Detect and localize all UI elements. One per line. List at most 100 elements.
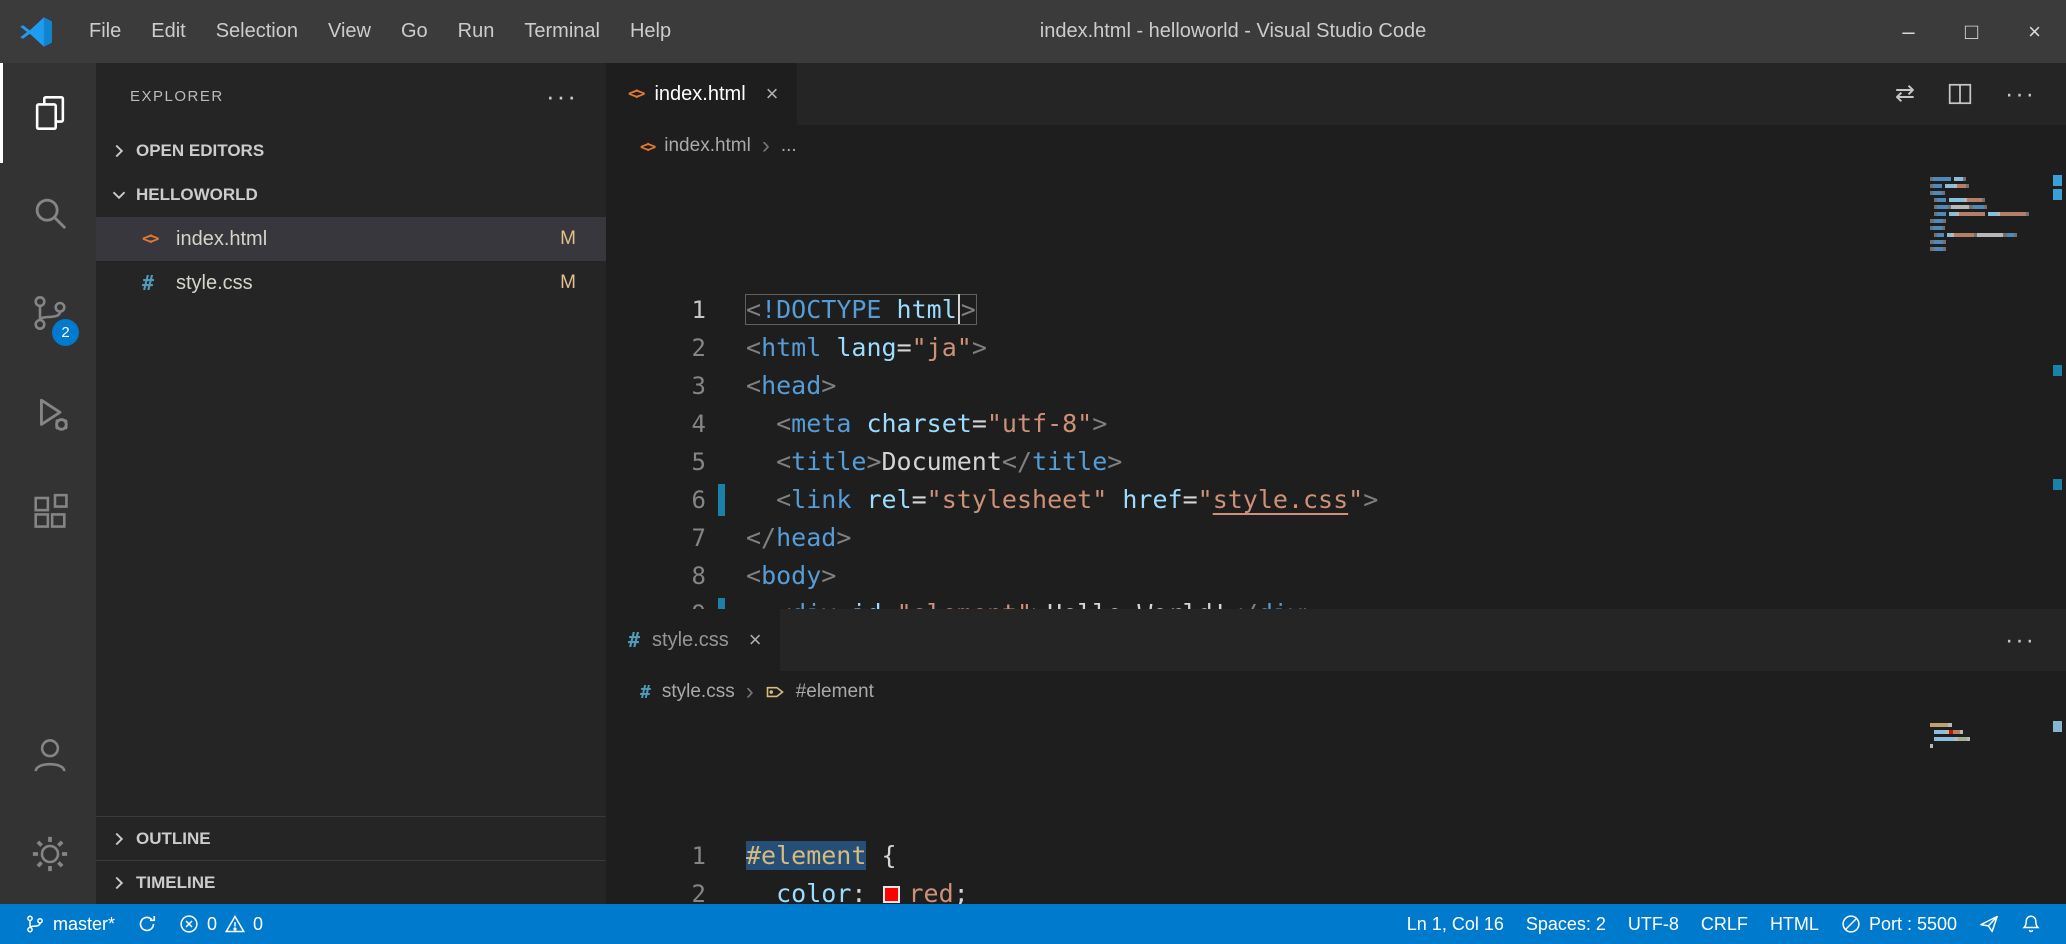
file-item-index-html[interactable]: <> index.html M: [96, 217, 606, 261]
line-content: <!DOCTYPE html>: [746, 291, 2066, 329]
breadcrumb-item-file[interactable]: index.html: [664, 135, 751, 157]
breadcrumb-item-symbol[interactable]: #element: [796, 681, 874, 703]
feedback-icon[interactable]: [1968, 904, 2010, 944]
file-item-style-css[interactable]: # style.css M: [96, 261, 606, 305]
code-editor-index-html[interactable]: 1<!DOCTYPE html> 2 <html lang="ja">3<head>…: [606, 167, 2066, 609]
code-token: red: [908, 879, 953, 904]
menu-run[interactable]: Run: [443, 0, 510, 63]
git-branch-status[interactable]: master*: [14, 904, 126, 944]
close-icon[interactable]: ×: [2003, 0, 2066, 63]
folder-helloworld-section[interactable]: HELLOWORLD: [96, 173, 606, 217]
close-tab-icon[interactable]: ×: [749, 629, 762, 651]
maximize-icon[interactable]: □: [1940, 0, 2003, 63]
more-actions-icon[interactable]: ···: [2005, 82, 2036, 107]
breadcrumb-item-file[interactable]: style.css: [662, 681, 735, 703]
tab-index-html[interactable]: <> index.html ×: [606, 63, 797, 125]
menu-help[interactable]: Help: [615, 0, 686, 63]
code-token: ": [1198, 485, 1213, 514]
accounts-icon[interactable]: [0, 704, 96, 804]
outline-section[interactable]: OUTLINE: [96, 816, 606, 860]
search-icon[interactable]: [0, 163, 96, 263]
tab-label: index.html: [654, 83, 745, 106]
code-token: href: [1122, 485, 1182, 514]
chevron-down-icon: [108, 184, 130, 206]
code-line[interactable]: 2 <html lang="ja">: [606, 329, 2066, 367]
symbol-ruleset-icon: [765, 682, 785, 702]
settings-gear-icon[interactable]: [0, 804, 96, 904]
line-content: <meta charset="utf-8">: [746, 405, 2066, 443]
minimize-icon[interactable]: –: [1877, 0, 1940, 63]
close-tab-icon[interactable]: ×: [766, 83, 779, 105]
menu-selection[interactable]: Selection: [201, 0, 313, 63]
gutter-decorations: [706, 443, 746, 481]
explorer-more-actions-icon[interactable]: ···: [546, 83, 578, 109]
code-line[interactable]: 3<head>: [606, 367, 2066, 405]
code-token: Hello World!: [1047, 599, 1228, 609]
file-name: style.css: [176, 272, 253, 295]
code-line[interactable]: 6 <link rel="stylesheet" href="style.css…: [606, 481, 2066, 519]
cursor-position-status[interactable]: Ln 1, Col 16: [1396, 904, 1515, 944]
line-number: 9: [606, 600, 706, 609]
vscode-window: File Edit Selection View Go Run Terminal…: [0, 0, 2066, 944]
code-line[interactable]: 2 color: red;: [606, 875, 2066, 904]
code-token: >: [961, 295, 976, 324]
minimap[interactable]: [1930, 723, 2042, 751]
git-modified-badge: M: [560, 272, 576, 294]
play-bug-icon: [30, 393, 70, 433]
code-token: "utf-8": [987, 409, 1092, 438]
encoding-status[interactable]: UTF-8: [1617, 904, 1690, 944]
warnings-icon: [225, 914, 245, 934]
code-line[interactable]: 1#element {: [606, 837, 2066, 875]
code-token: [851, 409, 866, 438]
timeline-section[interactable]: TIMELINE: [96, 860, 606, 904]
eol-status[interactable]: CRLF: [1690, 904, 1759, 944]
menu-go[interactable]: Go: [386, 0, 443, 63]
code-token: >: [1092, 409, 1107, 438]
code-token: charset: [866, 409, 971, 438]
code-token: !DOCTYPE: [761, 295, 881, 324]
explorer-icon[interactable]: [0, 63, 96, 163]
sidebar-title: EXPLORER: [130, 88, 224, 105]
sync-changes-icon[interactable]: [126, 904, 168, 944]
open-changes-icon[interactable]: ⇄: [1895, 82, 1915, 106]
code-line[interactable]: 8<body>: [606, 557, 2066, 595]
breadcrumb: <> index.html › ...: [606, 125, 2066, 167]
split-editor-icon[interactable]: [1947, 81, 1973, 107]
code-line[interactable]: 9 <div id="element">Hello World!</div>: [606, 595, 2066, 609]
source-control-icon[interactable]: 2: [0, 263, 96, 363]
live-server-port-status[interactable]: Port : 5500: [1830, 904, 1968, 944]
line-number: 2: [606, 880, 706, 904]
breadcrumb-item-symbol[interactable]: ...: [781, 135, 797, 157]
menu-view[interactable]: View: [313, 0, 386, 63]
html-file-icon: <>: [628, 84, 642, 104]
menu-edit[interactable]: Edit: [136, 0, 200, 63]
code-token: [821, 333, 836, 362]
menu-terminal[interactable]: Terminal: [509, 0, 615, 63]
line-number: 2: [606, 334, 706, 362]
minimap[interactable]: [1930, 177, 2042, 254]
indentation-status[interactable]: Spaces: 2: [1515, 904, 1617, 944]
minimap-line: [1930, 177, 2042, 181]
open-editors-section[interactable]: OPEN EDITORS: [96, 129, 606, 173]
more-actions-icon[interactable]: ···: [2005, 628, 2036, 653]
notifications-bell-icon[interactable]: [2010, 904, 2052, 944]
extensions-icon[interactable]: [0, 463, 96, 563]
code-line[interactable]: 4 <meta charset="utf-8">: [606, 405, 2066, 443]
code-token: <: [776, 485, 791, 514]
tab-style-css[interactable]: # style.css ×: [606, 609, 780, 671]
menu-file[interactable]: File: [74, 0, 136, 63]
code-line[interactable]: 5 <title>Document</title>: [606, 443, 2066, 481]
section-label: HELLOWORLD: [136, 185, 258, 205]
code-line[interactable]: 7</head>: [606, 519, 2066, 557]
code-token: >: [1363, 485, 1378, 514]
problems-status[interactable]: 0 0: [168, 904, 274, 944]
run-and-debug-icon[interactable]: [0, 363, 96, 463]
code-editor-style-css[interactable]: 1#element {2 color: red;3 font-size: 40p…: [606, 713, 2066, 904]
overview-ruler: [2048, 713, 2066, 904]
explorer-sidebar: EXPLORER ··· OPEN EDITORS HELLOWORLD <> …: [96, 63, 606, 904]
language-mode-status[interactable]: HTML: [1759, 904, 1830, 944]
line-content: <html lang="ja">: [746, 329, 2066, 367]
section-label: TIMELINE: [136, 873, 215, 893]
code-token: <: [746, 333, 761, 362]
code-line[interactable]: 1<!DOCTYPE html>: [606, 291, 2066, 329]
